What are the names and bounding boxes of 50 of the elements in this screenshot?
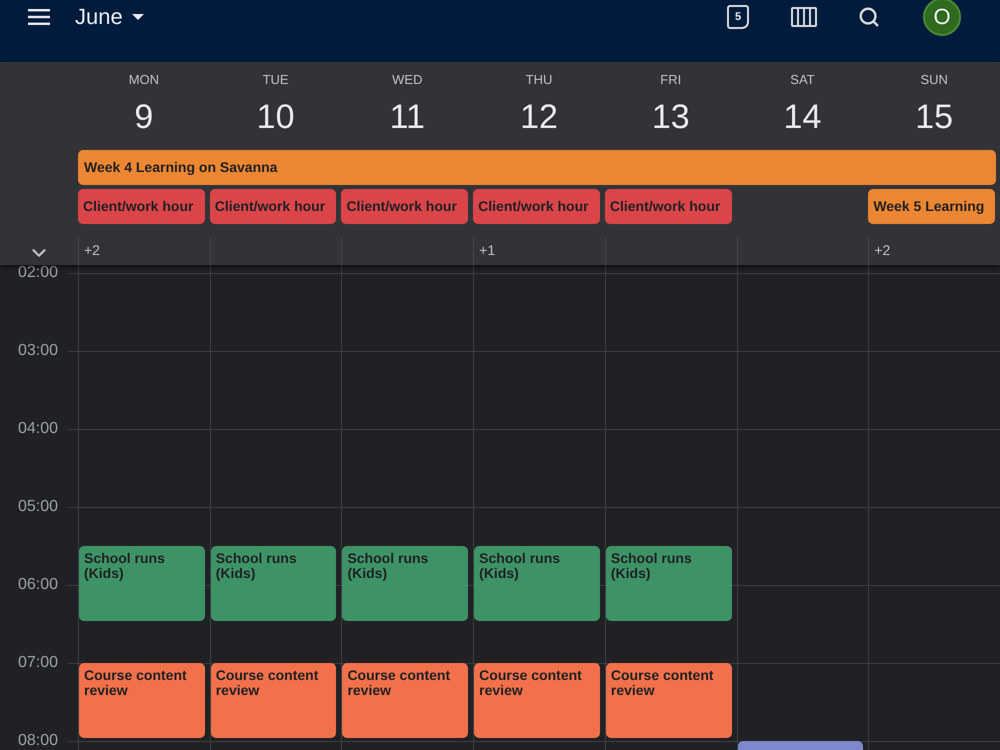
calendar-event[interactable]: Course content review	[79, 663, 205, 738]
all-day-event[interactable]: Week 5 Learning	[868, 189, 996, 224]
day-number: 12	[520, 97, 558, 137]
time-label: 02:00	[16, 265, 58, 281]
day-name: THU	[526, 72, 552, 87]
more-events-link[interactable]: +1	[479, 242, 496, 258]
today-button[interactable]: 5	[727, 5, 749, 29]
calendar-event[interactable]: Course content review	[342, 663, 468, 738]
calendar-event[interactable]: Course content review	[474, 663, 600, 738]
day-name: FRI	[660, 72, 682, 87]
day-name: SAT	[790, 72, 815, 87]
search-icon	[858, 6, 880, 28]
search-button[interactable]	[857, 5, 881, 29]
calendar-event[interactable]: School runs (Kids)	[342, 546, 468, 621]
more-events-link[interactable]: +2	[874, 242, 890, 258]
day-name: TUE	[262, 72, 289, 87]
day-name: MON	[128, 72, 160, 87]
all-day-event[interactable]: Client/work hour	[210, 189, 336, 224]
calendar-event[interactable]: School runs (Kids)	[474, 546, 600, 621]
calendar-event[interactable]: School runs (Kids)	[210, 546, 336, 621]
calendar-event[interactable]: School runs (Kids)	[79, 546, 205, 621]
menu-icon	[28, 9, 50, 25]
all-day-event[interactable]: Client/work hour	[341, 189, 468, 224]
day-number: 11	[390, 97, 425, 137]
all-day-event[interactable]: Week 4 Learning on Savanna	[78, 150, 996, 185]
day-name: WED	[392, 72, 422, 87]
more-events-link[interactable]: +2	[84, 242, 100, 258]
time-label: 05:00	[16, 499, 58, 515]
columns-icon	[791, 7, 817, 27]
day-number: 9	[134, 97, 154, 137]
day-number: 15	[915, 97, 954, 137]
all-day-event[interactable]: Client/work hour	[473, 189, 600, 224]
caret-icon	[132, 14, 144, 20]
calendar-event[interactable]: Course content review	[606, 663, 732, 738]
all-day-event[interactable]: Client/work hour	[78, 189, 205, 224]
account-avatar[interactable]: O	[923, 0, 961, 36]
time-label: 06:00	[16, 577, 58, 593]
calendar-event[interactable]: School runs (Kids)	[606, 546, 732, 621]
day-number: 13	[652, 97, 690, 137]
view-switch-button[interactable]	[790, 5, 818, 29]
day-number: 10	[256, 97, 294, 137]
time-label: 04:00	[16, 421, 58, 437]
calendar-event[interactable]: Course content review	[210, 663, 336, 738]
time-label: 03:00	[16, 343, 58, 359]
time-label: 07:00	[16, 655, 58, 671]
day-name: SUN	[920, 72, 948, 87]
month-dropdown[interactable]: June	[75, 4, 144, 30]
day-number: 14	[784, 97, 822, 137]
all-day-event[interactable]: Client/work hour	[604, 189, 732, 224]
time-label: 08:00	[16, 733, 58, 749]
